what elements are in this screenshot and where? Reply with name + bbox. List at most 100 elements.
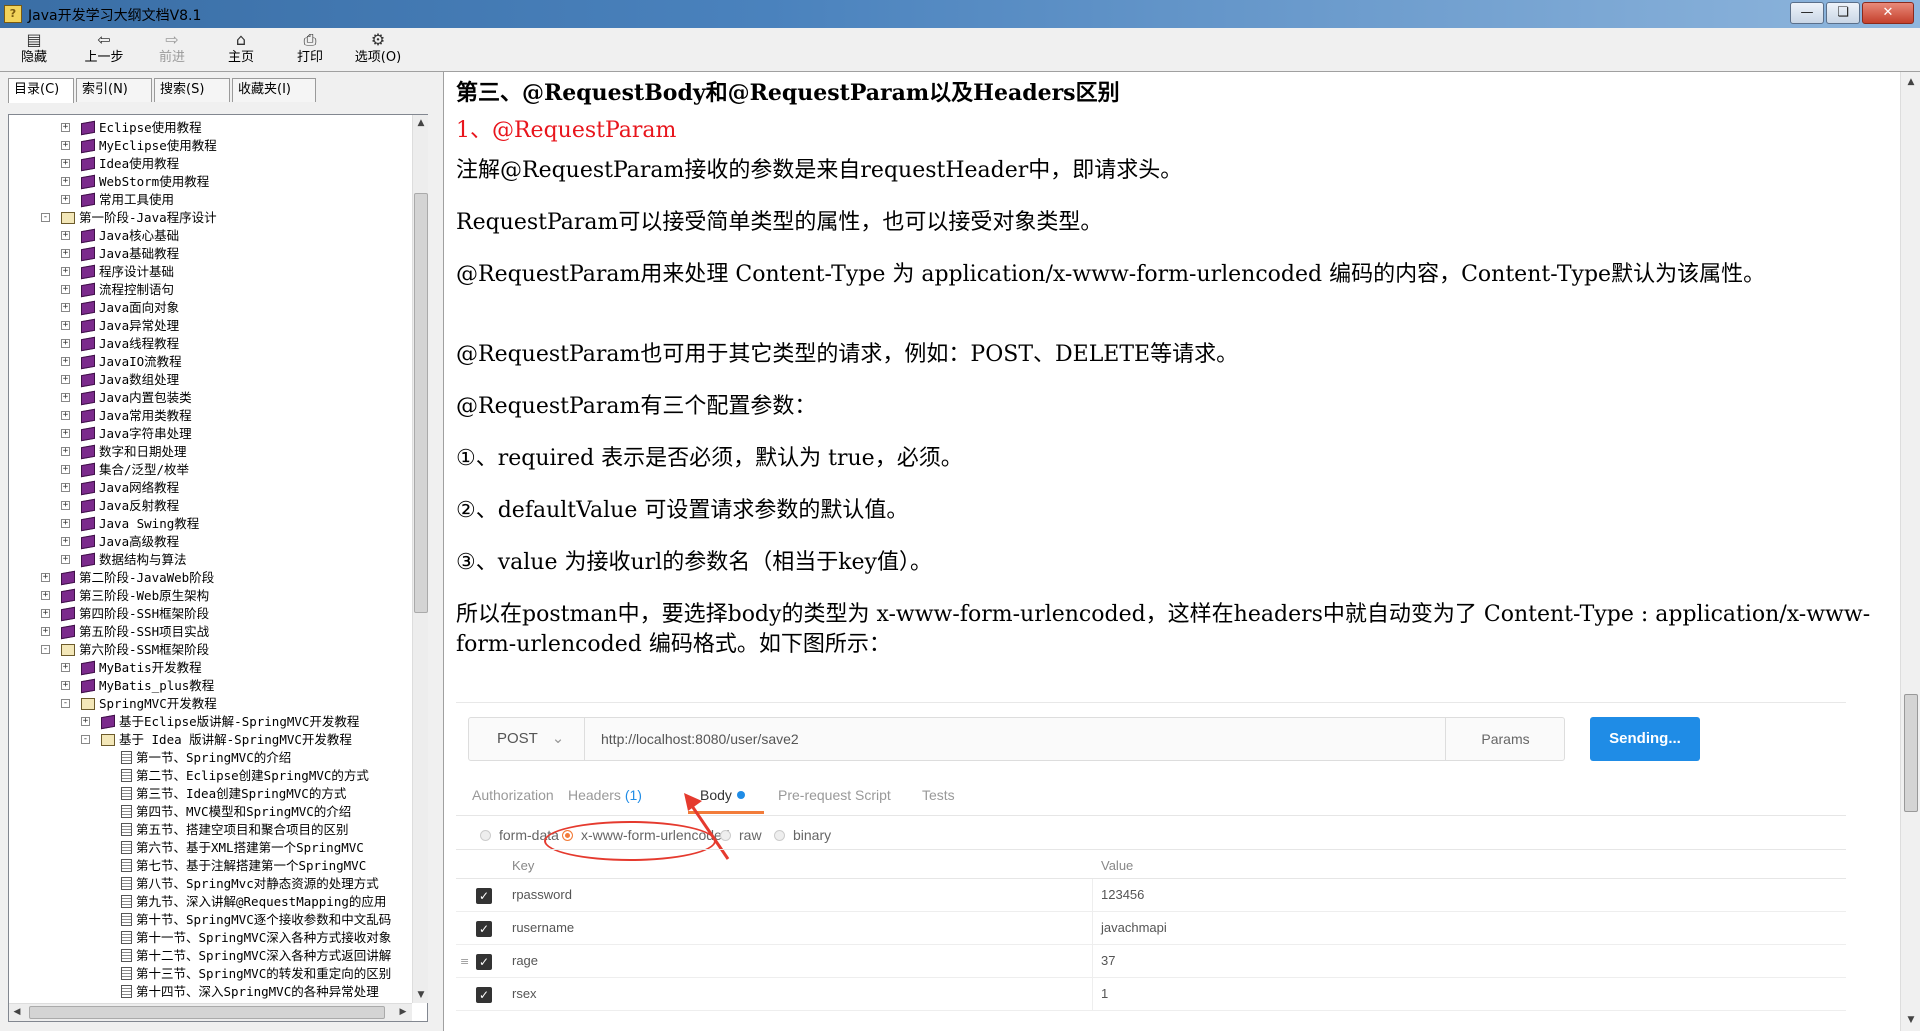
tree-item[interactable]: + Java常用类教程 (61, 407, 192, 425)
tree-item[interactable]: - SpringMVC开发教程 (61, 695, 217, 713)
collapse-icon[interactable]: - (41, 213, 50, 222)
tree-item[interactable]: 第三节、Idea创建SpringMVC的方式 (121, 785, 346, 803)
expand-icon[interactable]: + (61, 411, 70, 420)
tree-item[interactable]: + MyEclipse使用教程 (61, 137, 217, 155)
scroll-left-icon[interactable]: ◀ (9, 1004, 25, 1021)
tree-item[interactable]: + Java字符串处理 (61, 425, 192, 443)
expand-icon[interactable]: + (61, 375, 70, 384)
tree-item[interactable]: 第十节、SpringMVC逐个接收参数和中文乱码 (121, 911, 391, 929)
scroll-up-icon[interactable]: ▲ (413, 115, 429, 131)
tree-item[interactable]: 第六节、基于XML搭建第一个SpringMVC (121, 839, 364, 857)
tree-item[interactable]: + WebStorm使用教程 (61, 173, 209, 191)
tree-item[interactable]: - 基于 Idea 版讲解-SpringMVC开发教程 (81, 731, 352, 749)
tree-vertical-scrollbar[interactable]: ▲ ▼ (412, 115, 428, 1003)
expand-icon[interactable]: + (61, 357, 70, 366)
tree-item[interactable]: + 基于Eclipse版讲解-SpringMVC开发教程 (81, 713, 359, 731)
maximize-button[interactable]: ❏ (1826, 2, 1860, 24)
tree-item[interactable]: + Java内置包装类 (61, 389, 192, 407)
tree-item[interactable]: 第七节、基于注解搭建第一个SpringMVC (121, 857, 366, 875)
checkbox-checked-icon[interactable]: ✓ (476, 921, 492, 937)
checkbox-checked-icon[interactable]: ✓ (476, 888, 492, 904)
expand-icon[interactable]: + (61, 303, 70, 312)
expand-icon[interactable]: + (61, 339, 70, 348)
expand-icon[interactable]: + (61, 429, 70, 438)
send-button[interactable]: Sending... (1590, 717, 1700, 761)
tree-item[interactable]: + 集合/泛型/枚举 (61, 461, 189, 479)
tree-item[interactable]: + Eclipse使用教程 (61, 119, 202, 137)
expand-icon[interactable]: + (61, 195, 70, 204)
tab-tests[interactable]: Tests (922, 787, 955, 803)
params-button[interactable]: Params (1445, 718, 1565, 760)
forward-button[interactable]: ⇨ 前进 (140, 30, 204, 70)
expand-icon[interactable]: + (61, 465, 70, 474)
tree-item[interactable]: + 常用工具使用 (61, 191, 174, 209)
back-button[interactable]: ⇦ 上一步 (72, 30, 136, 70)
tree-item[interactable]: + 第二阶段-JavaWeb阶段 (41, 569, 214, 587)
tree-item[interactable]: + Java Swing教程 (61, 515, 199, 533)
expand-icon[interactable]: + (61, 483, 70, 492)
tree-hscroll-thumb[interactable] (29, 1006, 385, 1019)
tree-item[interactable]: + MyBatis_plus教程 (61, 677, 214, 695)
expand-icon[interactable]: + (61, 663, 70, 672)
tree-item[interactable]: + Java线程教程 (61, 335, 179, 353)
expand-icon[interactable]: + (61, 681, 70, 690)
close-button[interactable]: ✕ (1862, 2, 1914, 24)
collapse-icon[interactable]: - (61, 699, 70, 708)
expand-icon[interactable]: + (61, 321, 70, 330)
print-button[interactable]: ⎙ 打印 (278, 30, 342, 70)
tree-item[interactable]: - 第六阶段-SSM框架阶段 (41, 641, 209, 659)
expand-icon[interactable]: + (41, 591, 50, 600)
tree-item[interactable]: 第五节、搭建空项目和聚合项目的区别 (121, 821, 349, 839)
tree-item[interactable]: 第一节、SpringMVC的介绍 (121, 749, 291, 767)
tab-headers[interactable]: Headers (1) (568, 787, 642, 803)
scroll-down-icon[interactable]: ▼ (413, 987, 429, 1003)
tree-scroll-thumb[interactable] (414, 193, 428, 613)
tree-item[interactable]: 第十一节、SpringMVC深入各种方式接收对象 (121, 929, 391, 947)
tab-favorites[interactable]: 收藏夹(I) (232, 78, 316, 102)
scroll-right-icon[interactable]: ▶ (395, 1004, 411, 1021)
content-scroll-thumb[interactable] (1904, 694, 1918, 812)
checkbox-checked-icon[interactable]: ✓ (476, 954, 492, 970)
expand-icon[interactable]: + (61, 501, 70, 510)
tree-item[interactable]: + Java异常处理 (61, 317, 179, 335)
expand-icon[interactable]: + (61, 177, 70, 186)
tree-item[interactable]: + 第四阶段-SSH框架阶段 (41, 605, 209, 623)
tree-item[interactable]: + Java反射教程 (61, 497, 179, 515)
tree-item[interactable]: + 流程控制语句 (61, 281, 174, 299)
tree-item[interactable]: + 数字和日期处理 (61, 443, 187, 461)
collapse-icon[interactable]: - (41, 645, 50, 654)
expand-icon[interactable]: + (41, 573, 50, 582)
tab-authorization[interactable]: Authorization (472, 787, 554, 803)
expand-icon[interactable]: + (61, 519, 70, 528)
collapse-icon[interactable]: - (81, 735, 90, 744)
tree-item[interactable]: + Java核心基础 (61, 227, 179, 245)
tree-item[interactable]: + 第三阶段-Web原生架构 (41, 587, 209, 605)
tree-item[interactable]: + 第五阶段-SSH项目实战 (41, 623, 209, 641)
tree-item[interactable]: 第九节、深入讲解@RequestMapping的应用 (121, 893, 386, 911)
tree-item[interactable]: 第十二节、SpringMVC深入各种方式返回讲解 (121, 947, 391, 965)
tree-item[interactable]: 第八节、SpringMvc对静态资源的处理方式 (121, 875, 379, 893)
tree-item[interactable]: + JavaIO流教程 (61, 353, 182, 371)
tree-item[interactable]: + Java高级教程 (61, 533, 179, 551)
row-value[interactable]: 1 (1101, 986, 1108, 1001)
tree-item[interactable]: - 第一阶段-Java程序设计 (41, 209, 217, 227)
row-value[interactable]: 123456 (1101, 887, 1144, 902)
url-input[interactable]: http://localhost:8080/user/save2 (601, 718, 799, 760)
tab-contents[interactable]: 目录(C) (8, 78, 74, 103)
row-value[interactable]: javachmapi (1101, 920, 1167, 935)
options-button[interactable]: ⚙ 选项(O) (346, 30, 410, 70)
content-vertical-scrollbar[interactable]: ▲ ▼ (1900, 72, 1920, 1031)
row-key[interactable]: rage (512, 953, 538, 968)
tree-item[interactable]: + Java面向对象 (61, 299, 179, 317)
expand-icon[interactable]: + (41, 609, 50, 618)
expand-icon[interactable]: + (61, 555, 70, 564)
expand-icon[interactable]: + (61, 141, 70, 150)
expand-icon[interactable]: + (41, 627, 50, 636)
home-button[interactable]: ⌂ 主页 (209, 30, 273, 70)
tree-item[interactable]: 第二节、Eclipse创建SpringMVC的方式 (121, 767, 369, 785)
row-key[interactable]: rpassword (512, 887, 572, 902)
tree-item[interactable]: + Idea使用教程 (61, 155, 179, 173)
tree-item[interactable]: + Java数组处理 (61, 371, 179, 389)
row-key[interactable]: rsex (512, 986, 537, 1001)
tree-horizontal-scrollbar[interactable]: ◀ ▶ (9, 1003, 412, 1021)
